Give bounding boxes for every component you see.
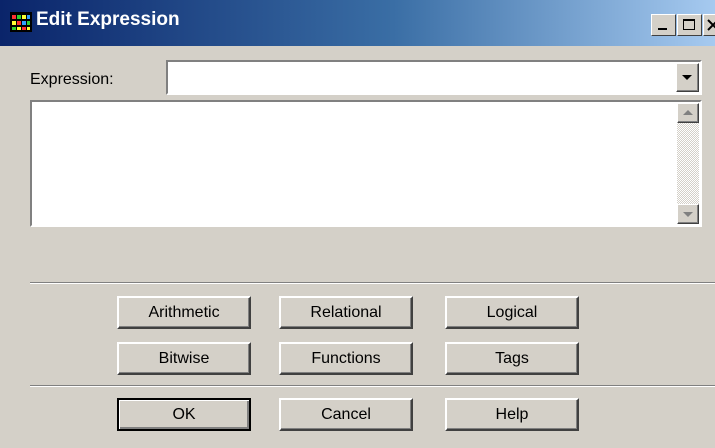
edit-expression-window: Edit Expression Expression: Arithmetic R… [0, 0, 715, 448]
app-icon [10, 12, 32, 32]
expression-textarea-frame [30, 100, 702, 227]
scroll-up-button[interactable] [677, 103, 699, 123]
arithmetic-button[interactable]: Arithmetic [117, 296, 251, 329]
separator-bottom [30, 385, 715, 387]
expression-combo-input[interactable] [170, 64, 674, 91]
tags-button[interactable]: Tags [445, 342, 579, 375]
scroll-down-button[interactable] [677, 204, 699, 224]
separator-top [30, 282, 715, 284]
cancel-button[interactable]: Cancel [279, 398, 413, 431]
window-title: Edit Expression [36, 9, 180, 30]
expression-label: Expression: [30, 71, 114, 88]
vertical-scrollbar-track[interactable] [677, 122, 699, 204]
combo-dropdown-button[interactable] [676, 63, 699, 92]
title-bar[interactable]: Edit Expression [0, 0, 715, 46]
ok-button[interactable]: OK [117, 398, 251, 431]
bitwise-button[interactable]: Bitwise [117, 342, 251, 375]
chevron-down-icon [682, 75, 692, 80]
logical-button[interactable]: Logical [445, 296, 579, 329]
scroll-up-arrow-icon [683, 110, 693, 115]
maximize-icon [683, 19, 695, 30]
close-button[interactable] [703, 14, 715, 36]
expression-combobox[interactable] [166, 60, 702, 95]
functions-button[interactable]: Functions [279, 342, 413, 375]
expression-textarea[interactable] [33, 103, 676, 224]
minimize-button[interactable] [651, 14, 676, 36]
minimize-icon [658, 28, 667, 30]
close-icon [707, 19, 715, 31]
scroll-down-arrow-icon [683, 212, 693, 217]
relational-button[interactable]: Relational [279, 296, 413, 329]
maximize-button[interactable] [677, 14, 702, 36]
help-button[interactable]: Help [445, 398, 579, 431]
